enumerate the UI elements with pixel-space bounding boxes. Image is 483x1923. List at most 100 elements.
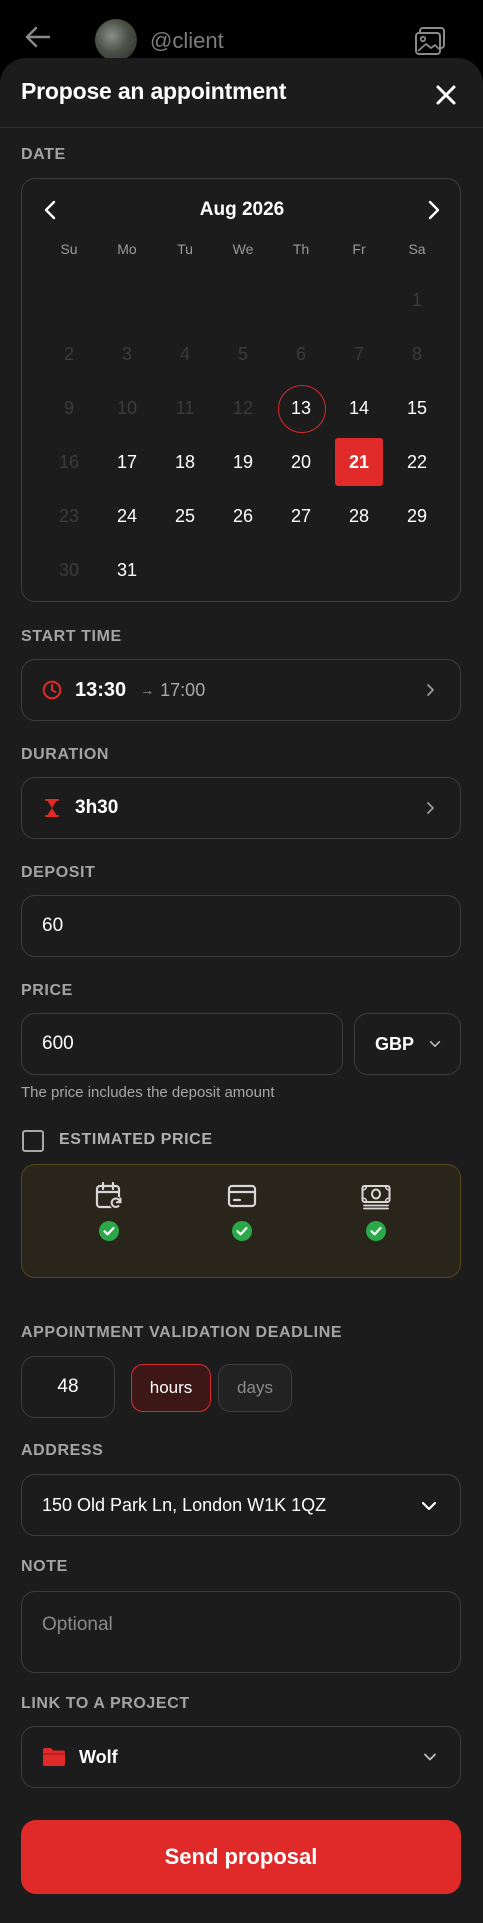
client-handle[interactable]: @client — [150, 28, 224, 54]
day-number: 30 — [58, 559, 80, 580]
check-icon — [366, 1221, 386, 1241]
deadline-input[interactable]: 48 — [21, 1356, 115, 1418]
day-number: 15 — [406, 397, 428, 418]
day-number: 16 — [58, 451, 80, 472]
check-icon — [232, 1221, 252, 1241]
address-label: ADDRESS — [21, 1442, 104, 1459]
day-cell: 6 — [272, 327, 330, 381]
day-cell: 2 — [40, 327, 98, 381]
day-cell[interactable]: 17 — [98, 435, 156, 489]
address-value: 150 Old Park Ln, London W1K 1QZ — [42, 1494, 327, 1515]
day-cell[interactable]: 24 — [98, 489, 156, 543]
days-grid: 1 2 3 4 5 6 7 8 9 10 11 12 13 14 15 16 17 18 19 20 21 22 23 24 2… — [40, 273, 446, 597]
end-time-value: 17:00 — [160, 679, 206, 700]
day-cell: 5 — [214, 327, 272, 381]
weekday-label: Sa — [408, 241, 426, 257]
appointment-sheet: Propose an appointment DATE Aug 2026 Su M… — [0, 58, 483, 1923]
cash-item — [358, 1181, 394, 1245]
chevron-right-icon — [427, 802, 434, 814]
price-value: 600 — [42, 1033, 74, 1054]
deposit-input[interactable]: 60 — [21, 895, 461, 957]
estimated-price-label[interactable]: ESTIMATED PRICE — [59, 1131, 213, 1149]
client-avatar[interactable] — [95, 19, 137, 61]
start-time-field[interactable]: 13:30 → 17:00 — [21, 659, 461, 721]
day-number: 23 — [58, 505, 80, 526]
note-textarea[interactable]: Optional — [21, 1591, 461, 1673]
duration-field[interactable]: 3h30 — [21, 777, 461, 839]
hourglass-icon — [45, 799, 59, 817]
sheet-header: Propose an appointment — [0, 58, 483, 128]
days-option[interactable]: days — [218, 1364, 292, 1412]
day-number: 7 — [353, 343, 364, 364]
weekday-header: Su Mo Tu We Th Fr Sa — [40, 241, 446, 257]
price-hint: The price includes the deposit amount — [21, 1084, 275, 1101]
day-cell[interactable]: 25 — [156, 489, 214, 543]
price-input[interactable]: 600 — [21, 1013, 343, 1075]
day-cell[interactable]: 21 — [330, 435, 388, 489]
day-cell: 4 — [156, 327, 214, 381]
sheet-title: Propose an appointment — [21, 78, 287, 104]
weekday-label: Th — [292, 241, 310, 257]
day-cell[interactable]: 26 — [214, 489, 272, 543]
day-cell: 3 — [98, 327, 156, 381]
close-icon[interactable] — [434, 83, 458, 107]
day-cell[interactable]: 20 — [272, 435, 330, 489]
day-number: 25 — [174, 505, 196, 526]
chevron-down-icon — [424, 1753, 436, 1761]
currency-value: GBP — [375, 1033, 415, 1054]
deadline-value: 48 — [57, 1376, 79, 1397]
day-number: 14 — [348, 397, 370, 418]
day-cell: 10 — [98, 381, 156, 435]
deposit-label: DEPOSIT — [21, 864, 96, 881]
day-number: 9 — [63, 397, 74, 418]
duration-value: 3h30 — [75, 797, 119, 818]
project-label: LINK TO A PROJECT — [21, 1695, 190, 1712]
gallery-icon[interactable] — [414, 26, 446, 56]
day-number: 31 — [116, 559, 138, 580]
calendar-sync-item — [91, 1181, 127, 1245]
day-cell[interactable]: 31 — [98, 543, 156, 597]
estimated-price-panel — [21, 1164, 461, 1278]
project-value: Wolf — [79, 1746, 118, 1767]
day-cell[interactable]: 28 — [330, 489, 388, 543]
day-number: 2 — [63, 343, 74, 364]
estimated-price-checkbox[interactable] — [22, 1130, 44, 1152]
day-number: 12 — [232, 397, 254, 418]
currency-select[interactable]: GBP — [354, 1013, 461, 1075]
day-cell[interactable]: 22 — [388, 435, 446, 489]
project-select[interactable]: Wolf — [21, 1726, 461, 1788]
card-icon — [227, 1184, 257, 1208]
day-cell: 23 — [40, 489, 98, 543]
day-number: 20 — [290, 451, 312, 472]
weekday-label: Fr — [352, 241, 366, 257]
day-cell[interactable]: 29 — [388, 489, 446, 543]
day-cell[interactable]: 13 — [272, 381, 330, 435]
chevron-down-icon — [421, 1501, 437, 1511]
day-number: 11 — [175, 397, 195, 418]
day-cell[interactable]: 15 — [388, 381, 446, 435]
calendar-sync-icon — [95, 1181, 123, 1210]
deposit-value: 60 — [42, 915, 64, 936]
day-cell[interactable]: 18 — [156, 435, 214, 489]
day-number: 10 — [116, 397, 138, 418]
calendar: Aug 2026 Su Mo Tu We Th Fr Sa 1 2 3 4 5 6 7 8 9 10 11 12 1… — [21, 178, 461, 602]
hours-option[interactable]: hours — [131, 1364, 211, 1412]
send-proposal-button[interactable]: Send proposal — [21, 1820, 461, 1894]
weekday-label: Su — [60, 241, 78, 257]
day-number: 4 — [179, 343, 190, 364]
address-select[interactable]: 150 Old Park Ln, London W1K 1QZ — [21, 1474, 461, 1536]
day-cell[interactable]: 27 — [272, 489, 330, 543]
day-cell: 11 — [156, 381, 214, 435]
chevron-right-icon[interactable] — [418, 195, 448, 225]
day-number: 27 — [290, 505, 312, 526]
day-cell[interactable]: 19 — [214, 435, 272, 489]
back-arrow-icon[interactable] — [24, 26, 50, 48]
day-number: 22 — [406, 451, 428, 472]
day-cell[interactable]: 14 — [330, 381, 388, 435]
day-number: 5 — [237, 343, 248, 364]
day-number: 26 — [232, 505, 254, 526]
clock-icon — [42, 680, 62, 700]
day-number: 29 — [406, 505, 428, 526]
day-number: 3 — [121, 343, 132, 364]
day-cell: 16 — [40, 435, 98, 489]
